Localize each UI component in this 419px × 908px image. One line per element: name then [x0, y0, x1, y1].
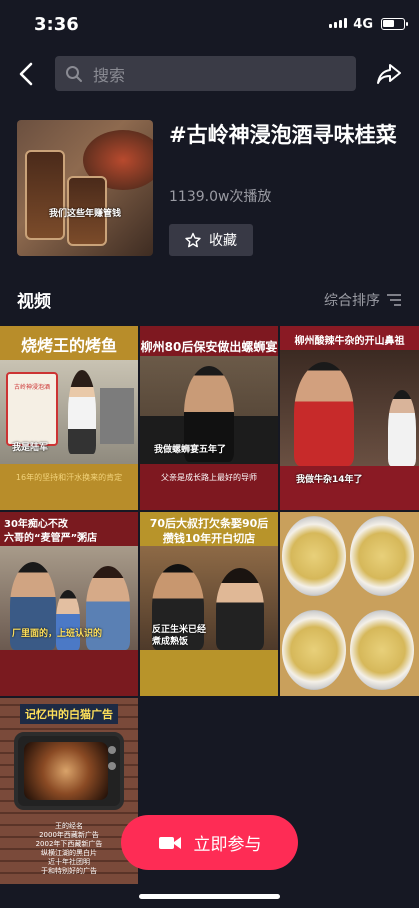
- video-tile[interactable]: 70后大叔打欠条娶90后 攒钱10年开白切店 反正生米已经 煮成熟饭: [140, 512, 278, 696]
- join-label: 立即参与: [193, 835, 262, 855]
- favorite-label: 收藏: [209, 233, 237, 249]
- video-title: 柳州酸辣牛杂的开山鼻祖: [294, 336, 405, 347]
- video-tile[interactable]: 柳州酸辣牛杂的开山鼻祖 我做牛杂14年了: [280, 326, 419, 510]
- video-title: 30年痴心不改 六哥的“麦管严”粥店: [4, 519, 98, 544]
- video-tile[interactable]: 柳州80后保安做出螺蛳宴 我做螺蛳宴五年了 父亲是成长路上最好的导师: [140, 326, 278, 510]
- video-caption: 反正生米已经 煮成熟饭: [152, 625, 207, 647]
- search-icon: [66, 65, 82, 82]
- sort-label: 综合排序: [324, 293, 380, 309]
- cover-caption: 我们这些年赚管钱: [48, 209, 121, 219]
- video-caption: 厂里面的，上班认识的: [12, 629, 103, 639]
- video-camera-icon: [158, 836, 181, 849]
- status-time: 3:36: [34, 14, 79, 35]
- video-tile[interactable]: 记忆中的白猫广告 王的经名 2000年西藏新广告 2002年下西藏新广告 纵横江…: [0, 698, 138, 884]
- sort-dropdown[interactable]: 综合排序: [324, 290, 402, 310]
- video-title: 柳州80后保安做出螺蛳宴: [140, 340, 278, 354]
- search-placeholder: 搜索: [93, 65, 126, 85]
- share-icon[interactable]: [375, 60, 403, 88]
- topic-cover[interactable]: 我们这些年赚管钱: [17, 120, 153, 256]
- status-bar: 3:36 4G: [0, 0, 419, 50]
- dish-image: [350, 516, 414, 596]
- video-title: 70后大叔打欠条娶90后 攒钱10年开白切店: [149, 517, 269, 545]
- search-input[interactable]: 搜索: [55, 56, 356, 91]
- signal-icon: [329, 18, 347, 28]
- sort-icon: [387, 294, 401, 306]
- video-subtitle: 父亲是成长路上最好的导师: [161, 473, 257, 482]
- video-caption: 我做牛杂14年了: [296, 475, 363, 485]
- favorite-button[interactable]: 收藏: [169, 224, 253, 256]
- play-count: 1139.0w次播放: [169, 189, 272, 205]
- home-indicator: [139, 894, 280, 899]
- back-icon[interactable]: [16, 61, 38, 87]
- video-thumbnail: [280, 350, 419, 466]
- video-tile[interactable]: [280, 512, 419, 696]
- network-label: 4G: [353, 17, 373, 32]
- dish-image: [282, 516, 346, 596]
- jar-label: 古岭神浸泡酒: [13, 384, 50, 391]
- wine-jar-image: [25, 150, 65, 240]
- dish-image: [350, 610, 414, 690]
- video-tile[interactable]: 30年痴心不改 六哥的“麦管严”粥店 厂里面的，上班认识的: [0, 512, 138, 696]
- video-tile[interactable]: 烧烤王的烤鱼 古岭神浸泡酒 我是陆军 16年的坚持和汗水换来的肯定: [0, 326, 138, 510]
- video-title: 烧烤王的烤鱼: [20, 336, 117, 355]
- dish-image: [282, 610, 346, 690]
- top-bar: 搜索: [0, 55, 419, 93]
- topic-title: #古岭神浸泡酒寻味桂菜: [169, 123, 397, 147]
- video-subtitle: 16年的坚持和汗水换来的肯定: [15, 473, 123, 482]
- star-icon: [185, 232, 201, 248]
- join-button[interactable]: 立即参与: [121, 815, 298, 870]
- video-caption: 我做螺蛳宴五年了: [154, 445, 227, 455]
- video-section-header: 视频 综合排序: [17, 287, 402, 313]
- topic-header: 我们这些年赚管钱 #古岭神浸泡酒寻味桂菜 1139.0w次播放 收藏: [17, 120, 407, 256]
- video-subtitle: 王的经名 2000年西藏新广告 2002年下西藏新广告 纵横江湖的黑白片 近十年…: [35, 822, 103, 875]
- video-title: 记忆中的白猫广告: [20, 704, 118, 724]
- battery-icon: [381, 18, 408, 30]
- tv-image: [14, 732, 124, 810]
- video-caption: 我是陆军: [12, 443, 49, 453]
- section-title: 视频: [17, 292, 51, 312]
